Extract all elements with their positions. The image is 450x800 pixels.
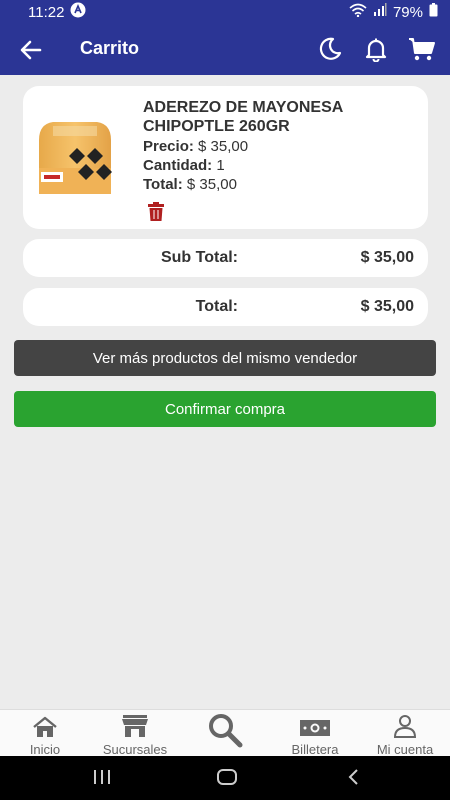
- cart-item-card: ADEREZO DE MAYONESA CHIPOPTLE 260GR Prec…: [23, 86, 428, 229]
- home-icon: [32, 710, 58, 738]
- product-image: [31, 120, 119, 194]
- confirm-purchase-button[interactable]: Confirmar compra: [14, 391, 436, 427]
- total-value: $ 35,00: [360, 298, 414, 315]
- nav-item-billetera[interactable]: Billetera: [285, 710, 345, 757]
- quantity-label: Cantidad:: [143, 157, 213, 174]
- signal-icon: [373, 3, 387, 21]
- user-icon: [393, 710, 417, 738]
- delete-trash-icon[interactable]: [147, 202, 165, 222]
- dark-mode-moon-icon[interactable]: [316, 35, 344, 63]
- product-price-row: Precio: $ 35,00: [143, 138, 248, 155]
- status-time: 11:22: [28, 3, 65, 21]
- nav-label-billetera: Billetera: [291, 742, 339, 757]
- product-quantity-row: Cantidad: 1: [143, 157, 225, 174]
- price-value: $ 35,00: [198, 138, 249, 155]
- nav-item-mi-cuenta[interactable]: Mi cuenta: [370, 710, 440, 757]
- total-label: Total:: [195, 298, 238, 315]
- app-notification-icon: [70, 2, 86, 22]
- subtotal-card: Sub Total: $ 35,00: [23, 239, 428, 277]
- nav-item-search[interactable]: [200, 710, 250, 757]
- item-total-value: $ 35,00: [186, 176, 237, 193]
- total-card: Total: $ 35,00: [23, 288, 428, 326]
- app-bar: Carrito: [0, 24, 450, 75]
- nav-label-mi-cuenta: Mi cuenta: [376, 742, 434, 757]
- system-navigation-bar: [0, 756, 450, 800]
- item-total-label: Total:: [143, 176, 183, 193]
- page-title: Carrito: [80, 38, 140, 58]
- store-icon: [121, 710, 149, 738]
- battery-text: 79%: [392, 3, 423, 21]
- wallet-icon: [299, 710, 331, 738]
- back-arrow-icon[interactable]: [18, 37, 44, 63]
- bottom-navigation: Inicio Sucursales Billetera Mi cuenta: [0, 709, 450, 757]
- shopping-cart-icon[interactable]: [408, 35, 436, 63]
- home-button-icon[interactable]: [216, 767, 238, 792]
- wifi-icon: [349, 3, 367, 21]
- top-bar: 11:22 79% Carrito: [0, 0, 450, 75]
- back-button-icon[interactable]: [344, 767, 364, 792]
- subtotal-value: $ 35,00: [360, 249, 414, 266]
- nav-item-inicio[interactable]: Inicio: [20, 710, 70, 757]
- recent-apps-icon[interactable]: [92, 767, 112, 792]
- subtotal-label: Sub Total:: [160, 249, 238, 266]
- product-total-row: Total: $ 35,00: [143, 176, 237, 193]
- nav-label-sucursales: Sucursales: [102, 742, 168, 757]
- notification-bell-icon[interactable]: [362, 35, 390, 63]
- more-products-button[interactable]: Ver más productos del mismo vendedor: [14, 340, 436, 376]
- search-icon: [207, 710, 243, 748]
- product-name: ADEREZO DE MAYONESA CHIPOPTLE 260GR: [143, 99, 343, 135]
- nav-item-sucursales[interactable]: Sucursales: [95, 710, 175, 757]
- quantity-value: 1: [216, 157, 225, 174]
- status-bar: 11:22 79%: [0, 0, 450, 24]
- nav-label-inicio: Inicio: [29, 742, 61, 757]
- battery-icon: [429, 3, 438, 21]
- price-label: Precio:: [143, 138, 194, 155]
